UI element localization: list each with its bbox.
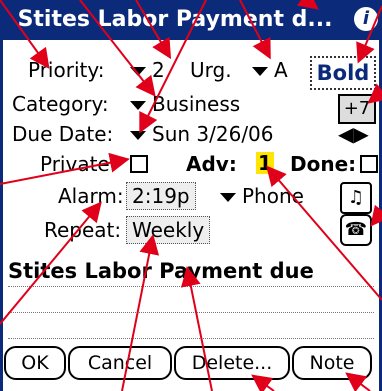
- due-date-value: Sun 3/26/06: [152, 122, 274, 146]
- delete-button[interactable]: Delete...: [174, 346, 290, 380]
- style-bold-button[interactable]: Bold: [310, 56, 376, 90]
- window-title[interactable]: Stites Labor Payment d...: [0, 6, 350, 34]
- private-checkbox[interactable]: [130, 155, 148, 173]
- urgency-value: A: [274, 58, 288, 82]
- category-value: Business: [152, 92, 241, 116]
- note-button[interactable]: Note: [292, 346, 372, 380]
- info-icon[interactable]: i: [354, 7, 378, 31]
- chevron-down-icon: [130, 131, 146, 140]
- date-nav-arrows-icon[interactable]: ◀▶: [338, 122, 369, 146]
- chevron-down-icon: [220, 193, 236, 202]
- done-checkbox[interactable]: [360, 155, 378, 173]
- category-picker[interactable]: Business: [130, 92, 240, 116]
- ok-button[interactable]: OK: [4, 346, 66, 380]
- urgency-label: Urg.: [190, 58, 232, 82]
- priority-label: Priority:: [28, 58, 105, 82]
- chevron-down-icon: [130, 101, 146, 110]
- alarm-time-field[interactable]: 2:19p: [126, 182, 196, 210]
- chevron-down-icon: [130, 67, 146, 76]
- private-label: Private:: [40, 152, 117, 176]
- description-line: [8, 312, 374, 313]
- priority-value: 2: [152, 58, 165, 82]
- description-text[interactable]: Stites Labor Payment due: [8, 258, 314, 284]
- alarm-label: Alarm:: [58, 184, 124, 208]
- repeat-field[interactable]: Weekly: [126, 216, 211, 244]
- adv-label: Adv:: [186, 152, 237, 176]
- urgency-picker[interactable]: A: [252, 58, 288, 82]
- music-icon[interactable]: ♫: [340, 182, 372, 214]
- adv-value[interactable]: 1: [256, 152, 274, 174]
- due-date-picker[interactable]: Sun 3/26/06: [130, 122, 274, 146]
- description-line: [8, 286, 374, 287]
- due-date-label: Due Date:: [12, 122, 114, 146]
- category-extra-button[interactable]: +7: [338, 94, 376, 124]
- chevron-down-icon: [252, 67, 268, 76]
- priority-picker[interactable]: 2: [130, 58, 165, 82]
- description-line: [8, 338, 374, 339]
- phone-icon[interactable]: ☎: [340, 214, 372, 246]
- title-bar: Stites Labor Payment d... i: [0, 0, 382, 40]
- frame-left: [0, 40, 3, 391]
- alarm-type-value: Phone: [242, 184, 304, 208]
- repeat-label: Repeat:: [44, 218, 122, 242]
- category-label: Category:: [12, 92, 109, 116]
- alarm-type-picker[interactable]: Phone: [220, 184, 304, 208]
- cancel-button[interactable]: Cancel: [68, 346, 172, 380]
- done-label: Done:: [290, 152, 357, 176]
